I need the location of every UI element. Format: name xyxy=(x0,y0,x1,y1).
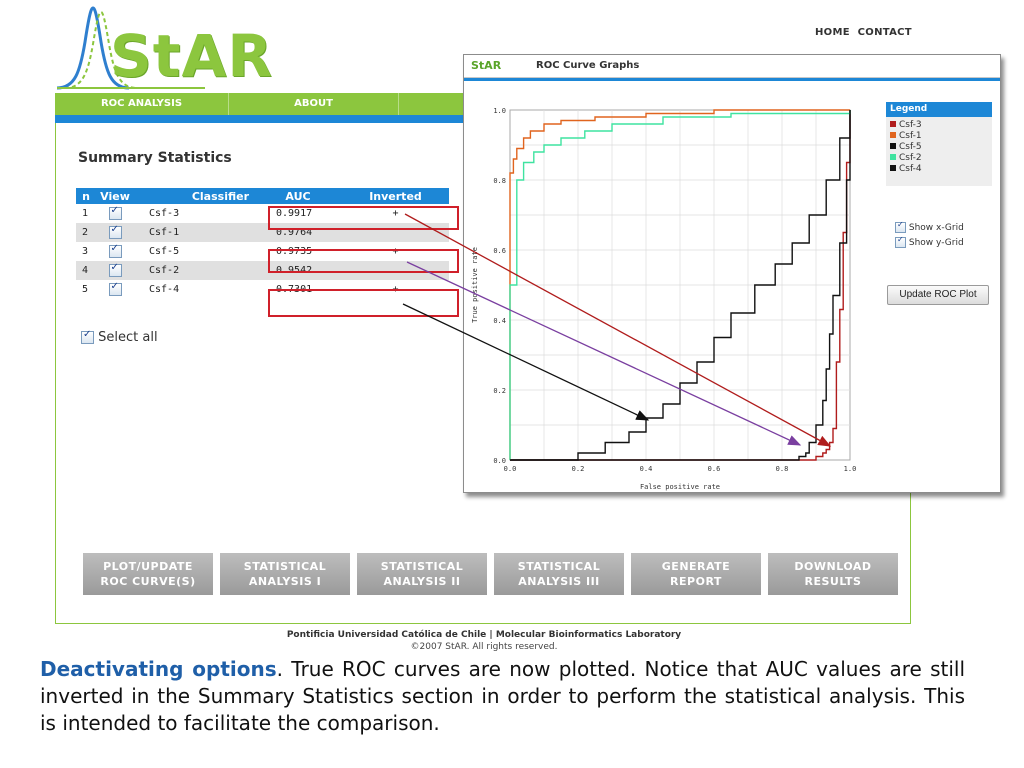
roc-plot: 0.0 0.2 0.4 0.6 0.8 1.0 0.0 0.2 0.4 0.6 0.8 1.0 Fal… xyxy=(402,107,857,491)
x-tick-label: 0.0 xyxy=(504,465,517,473)
x-axis-label: False positive rate xyxy=(640,483,720,491)
y-tick-label: 0.2 xyxy=(493,387,506,395)
x-tick-label: 0.4 xyxy=(640,465,653,473)
y-tick-label: 1.0 xyxy=(493,107,506,115)
y-tick-label: 0.4 xyxy=(493,317,506,325)
y-tick-label: 0.8 xyxy=(493,177,506,185)
y-axis-label: True positive rate xyxy=(471,247,479,323)
x-tick-label: 0.2 xyxy=(572,465,585,473)
x-tick-label: 0.6 xyxy=(708,465,721,473)
y-tick-label: 0.6 xyxy=(493,247,506,255)
x-tick-label: 1.0 xyxy=(844,465,857,473)
y-tick-label: 0.0 xyxy=(493,457,506,465)
x-tick-label: 0.8 xyxy=(776,465,789,473)
